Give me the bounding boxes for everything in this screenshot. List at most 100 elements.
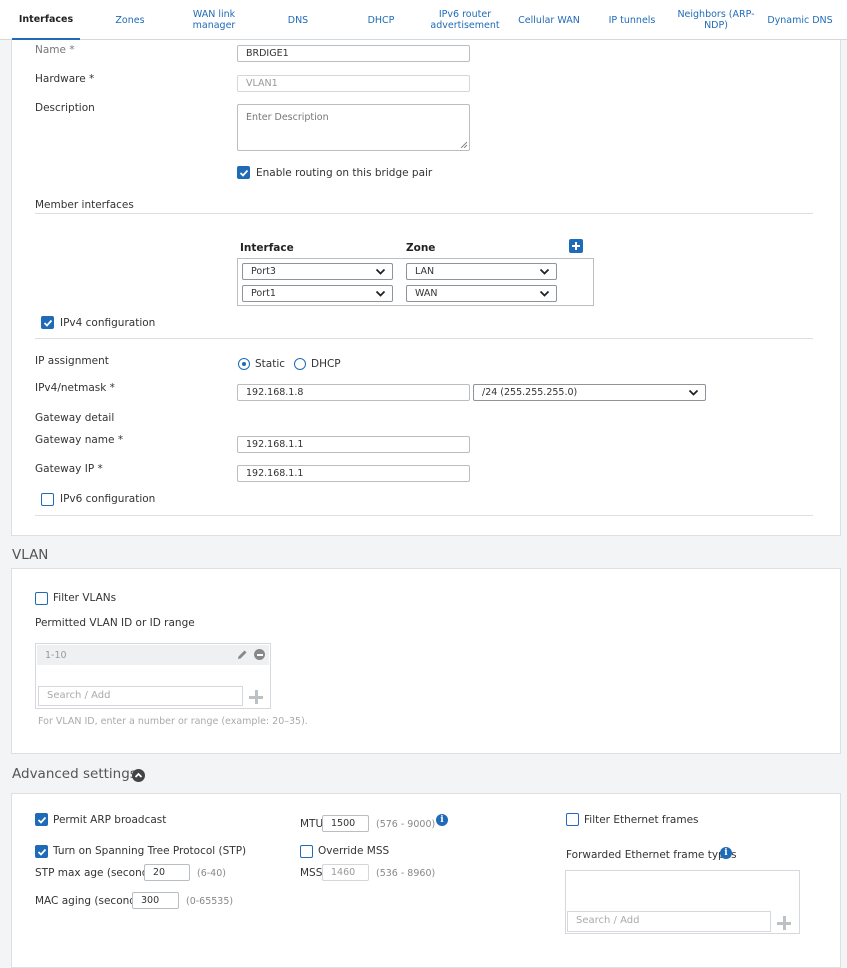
filter-ethernet-label: Filter Ethernet frames: [584, 814, 699, 826]
interface-select-1-value: Port3: [251, 266, 276, 277]
static-label: Static: [255, 358, 286, 370]
chevron-down-icon: [375, 268, 386, 275]
gateway-ip-label: Gateway IP *: [35, 463, 103, 475]
description-placeholder: Enter Description: [246, 112, 329, 123]
static-radio[interactable]: [238, 358, 250, 370]
chevron-down-icon: [375, 290, 386, 297]
advanced-section-title: Advanced settings: [12, 766, 137, 782]
tab-dynamic-dns[interactable]: Dynamic DNS: [766, 0, 834, 40]
tab-cellular-wan[interactable]: Cellular WAN: [516, 0, 582, 40]
chevron-down-icon: [688, 389, 699, 396]
divider: [35, 338, 813, 339]
zone-select-2-value: WAN: [415, 288, 438, 299]
name-input[interactable]: BRDIGE1: [237, 45, 470, 62]
filter-ethernet-checkbox[interactable]: [566, 813, 579, 826]
arp-checkbox[interactable]: [35, 813, 48, 826]
chevron-up-icon[interactable]: [132, 769, 145, 782]
arp-label: Permit ARP broadcast: [53, 814, 167, 826]
add-member-icon[interactable]: [569, 239, 583, 253]
description-textarea[interactable]: Enter Description: [237, 104, 470, 151]
resize-handle-icon[interactable]: [460, 141, 467, 148]
ipv4-label: IPv4 configuration: [60, 317, 156, 329]
gateway-ip-input[interactable]: 192.168.1.1: [237, 465, 470, 482]
chevron-down-icon: [539, 268, 550, 275]
gateway-detail-label: Gateway detail: [35, 412, 115, 424]
tab-wan-link-manager[interactable]: WAN link manager: [172, 0, 256, 40]
member-interfaces-title: Member interfaces: [35, 199, 134, 211]
mtu-input[interactable]: 1500: [322, 815, 369, 832]
routing-label: Enable routing on this bridge pair: [256, 167, 433, 179]
check-icon: [239, 169, 249, 177]
stp-max-age-range: (6-40): [197, 868, 226, 879]
tab-ipv6-router-advertisement[interactable]: IPv6 router advertisement: [428, 0, 502, 40]
mtu-label: MTU: [300, 818, 324, 830]
hardware-input: VLAN1: [237, 75, 470, 92]
tab-neighbors[interactable]: Neighbors (ARP-NDP): [676, 0, 756, 40]
mac-aging-label: MAC aging (seconds): [35, 895, 146, 907]
tab-dns[interactable]: DNS: [278, 0, 318, 40]
zone-select-1-value: LAN: [415, 266, 435, 277]
divider: [35, 515, 813, 516]
interface-select-2[interactable]: Port1: [242, 285, 393, 302]
chevron-down-icon: [539, 290, 550, 297]
hardware-label: Hardware *: [35, 73, 95, 85]
pencil-icon[interactable]: [237, 649, 248, 660]
info-icon[interactable]: i: [720, 847, 732, 859]
forwarded-frame-types-label: Forwarded Ethernet frame types: [566, 849, 737, 861]
interface-select-1[interactable]: Port3: [242, 263, 393, 280]
interface-select-2-value: Port1: [251, 288, 276, 299]
add-frame-type-icon[interactable]: [776, 915, 792, 931]
remove-icon[interactable]: [254, 649, 265, 660]
ip-assignment-label: IP assignment: [35, 355, 109, 367]
dhcp-radio[interactable]: [294, 358, 306, 370]
zone-select-2[interactable]: WAN: [406, 285, 557, 302]
stp-max-age-label: STP max age (seconds): [35, 867, 158, 879]
name-label: Name *: [35, 44, 75, 56]
tab-interfaces[interactable]: Interfaces: [12, 0, 80, 40]
frame-types-search-input[interactable]: Search / Add: [567, 911, 771, 932]
gateway-name-label: Gateway name *: [35, 434, 124, 446]
divider: [35, 213, 813, 214]
col-zone-header: Zone: [406, 242, 436, 254]
mac-aging-input[interactable]: 300: [132, 892, 179, 909]
override-mss-checkbox[interactable]: [300, 845, 313, 858]
zone-select-1[interactable]: LAN: [406, 263, 557, 280]
vlan-search-input[interactable]: Search / Add: [38, 686, 243, 706]
mac-aging-range: (0-65535): [186, 896, 234, 907]
stp-checkbox[interactable]: [35, 845, 48, 858]
info-icon[interactable]: i: [436, 814, 448, 826]
dhcp-label: DHCP: [311, 358, 341, 370]
routing-checkbox[interactable]: [237, 166, 250, 179]
check-icon: [37, 816, 47, 824]
netmask-label: IPv4/netmask *: [35, 382, 115, 394]
check-icon: [37, 848, 47, 856]
permitted-vlan-label: Permitted VLAN ID or ID range: [35, 617, 195, 629]
check-icon: [43, 319, 53, 327]
filter-vlans-label: Filter VLANs: [53, 592, 117, 604]
mss-range: (536 - 8960): [376, 868, 436, 879]
description-label: Description: [35, 102, 95, 114]
filter-vlans-checkbox[interactable]: [35, 592, 48, 605]
tab-zones[interactable]: Zones: [104, 0, 156, 40]
ipv4-checkbox[interactable]: [41, 316, 54, 329]
tab-dhcp[interactable]: DHCP: [360, 0, 402, 40]
vlan-item-value: 1-10: [45, 650, 67, 661]
netmask-select-value: /24 (255.255.255.0): [482, 387, 578, 398]
stp-max-age-input[interactable]: 20: [144, 864, 190, 881]
col-interface-header: Interface: [240, 242, 294, 254]
override-mss-label: Override MSS: [318, 845, 390, 857]
mtu-range: (576 - 9000): [376, 819, 436, 830]
mss-label: MSS: [300, 867, 323, 879]
gateway-name-input[interactable]: 192.168.1.1: [237, 436, 470, 453]
add-vlan-icon[interactable]: [248, 689, 264, 705]
netmask-select[interactable]: /24 (255.255.255.0): [473, 384, 706, 401]
ipv4-address-input[interactable]: 192.168.1.8: [237, 384, 470, 401]
tab-bar: Interfaces Zones WAN link manager DNS DH…: [0, 0, 847, 40]
ipv6-checkbox[interactable]: [41, 493, 54, 506]
vlan-section-title: VLAN: [12, 547, 49, 563]
tab-ip-tunnels[interactable]: IP tunnels: [604, 0, 660, 40]
stp-label: Turn on Spanning Tree Protocol (STP): [53, 845, 247, 857]
vlan-hint: For VLAN ID, enter a number or range (ex…: [38, 716, 308, 727]
ipv6-label: IPv6 configuration: [60, 493, 156, 505]
mss-input: 1460: [322, 864, 369, 881]
